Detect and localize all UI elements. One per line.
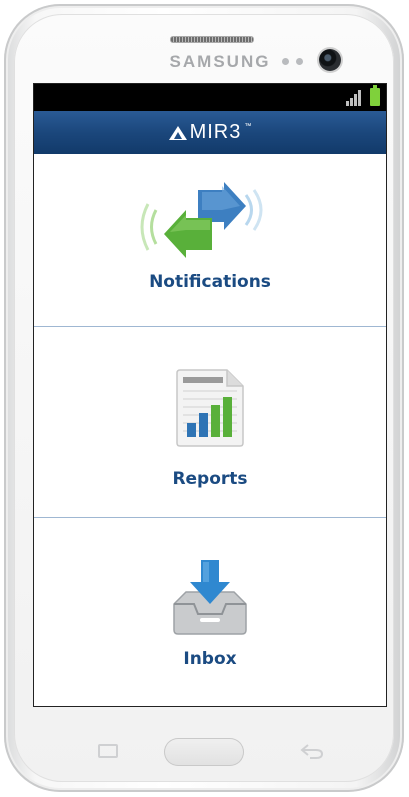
app-logo: MIR3 ™ xyxy=(168,121,252,144)
notifications-label: Notifications xyxy=(149,272,271,292)
menu-item-inbox[interactable]: Inbox xyxy=(34,518,386,706)
reports-label: Reports xyxy=(172,469,248,489)
menu-item-reports[interactable]: Reports xyxy=(34,327,386,518)
app-title: MIR3 xyxy=(189,121,242,143)
earpiece-speaker xyxy=(170,36,254,43)
inbox-tray-icon xyxy=(173,560,247,635)
proximity-sensor xyxy=(282,58,289,65)
back-key-icon[interactable] xyxy=(300,742,324,760)
notifications-arrows-icon xyxy=(140,182,263,258)
inbox-label: Inbox xyxy=(183,649,237,669)
signal-icon xyxy=(346,90,361,106)
trademark-symbol: ™ xyxy=(244,123,252,130)
mir3-logo-icon xyxy=(168,125,187,140)
device-brand: SAMSUNG xyxy=(169,52,271,71)
phone-screen: MIR3 ™ Notifications Reports Inbox xyxy=(34,84,386,706)
home-button[interactable] xyxy=(164,738,244,766)
status-bar xyxy=(34,84,386,111)
reports-chart-icon xyxy=(176,369,244,447)
app-title-bar: MIR3 ™ xyxy=(34,111,386,154)
front-camera-icon xyxy=(319,49,341,71)
light-sensor xyxy=(296,58,303,65)
menu-item-notifications[interactable]: Notifications xyxy=(34,154,386,327)
menu-key-icon[interactable] xyxy=(98,744,118,758)
battery-icon xyxy=(370,85,380,106)
